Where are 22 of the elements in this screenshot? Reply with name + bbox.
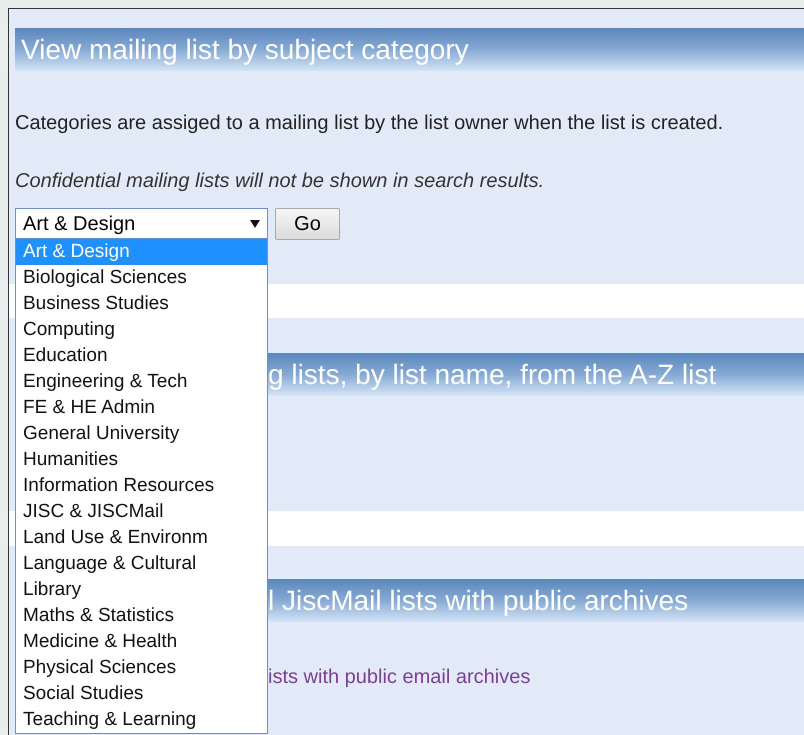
dropdown-option[interactable]: Teaching & Learning [16, 707, 267, 733]
dropdown-option[interactable]: Computing [16, 317, 267, 343]
category-select[interactable]: Art & Design [15, 208, 268, 239]
caret-icon [250, 220, 260, 228]
dropdown-option[interactable]: Language & Cultural [16, 551, 267, 577]
section-heading: View mailing list by subject category [15, 28, 804, 71]
go-button[interactable]: Go [275, 208, 340, 240]
dropdown-option[interactable]: Library [16, 577, 267, 603]
dropdown-option[interactable]: Social Studies [16, 681, 267, 707]
dropdown-option[interactable]: JISC & JISCMail [16, 499, 267, 525]
dropdown-option[interactable]: Land Use & Environm [16, 525, 267, 551]
note-text: Confidential mailing lists will not be shown in search results. [15, 169, 546, 194]
dropdown-option[interactable]: Engineering & Tech [16, 369, 267, 395]
dropdown-option[interactable]: Humanities [16, 447, 267, 473]
archives-link[interactable]: ists with public email archives [268, 662, 530, 692]
dropdown-option[interactable]: General University [16, 421, 267, 447]
dropdown-option[interactable]: Information Resources [16, 473, 267, 499]
dropdown-option[interactable]: Medicine & Health [16, 629, 267, 655]
dropdown-option[interactable]: Biological Sciences [16, 265, 267, 291]
description-text: Categories are assiged to a mailing list by the list owner when the list is created. [15, 111, 724, 136]
dropdown-option[interactable]: FE & HE Admin [16, 395, 267, 421]
dropdown-option[interactable]: Physical Sciences [16, 655, 267, 681]
